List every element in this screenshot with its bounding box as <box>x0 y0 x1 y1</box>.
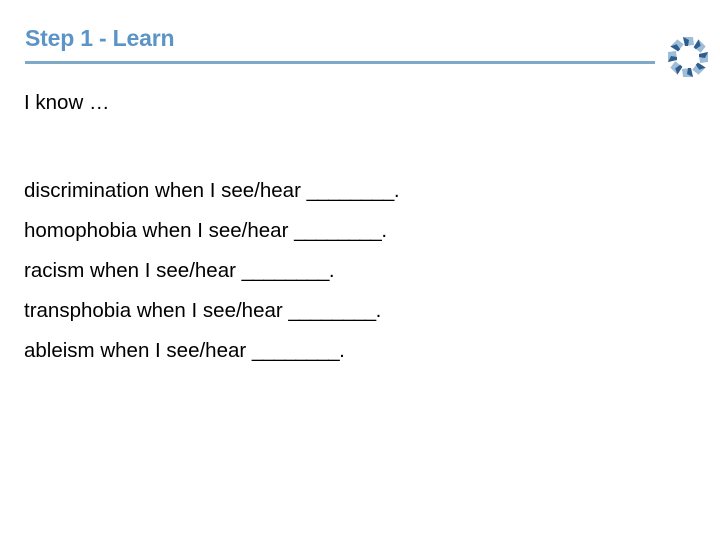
prompt-terminator: . <box>381 218 388 242</box>
list-item: homophobia when I see/hear ________. <box>24 211 696 251</box>
page-title: Step 1 - Learn <box>25 25 175 51</box>
prompt-text: transphobia when I see/hear <box>24 298 283 322</box>
prompt-terminator: . <box>393 178 400 202</box>
prompt-terminator: . <box>375 298 382 322</box>
blank-field: ________ <box>294 218 382 242</box>
prompt-text: racism when I see/hear <box>24 258 236 282</box>
list-item: discrimination when I see/hear ________. <box>24 171 696 211</box>
rosette-logo-icon <box>663 32 713 82</box>
prompt-text: discrimination when I see/hear <box>24 178 301 202</box>
title-divider <box>25 61 655 64</box>
blank-field: ________ <box>251 338 340 362</box>
list-item: racism when I see/hear ________. <box>24 251 696 291</box>
lead-text: I know … <box>24 91 110 114</box>
slide-canvas: Step 1 - Learn I know … discrimination w… <box>0 0 720 540</box>
blank-field: ________ <box>241 258 330 282</box>
prompt-terminator: . <box>328 258 335 282</box>
list-item: ableism when I see/hear ________. <box>24 331 696 371</box>
prompt-terminator: . <box>339 338 345 362</box>
blank-field: ________ <box>306 178 395 202</box>
list-item: transphobia when I see/hear ________. <box>24 291 696 331</box>
prompt-text: homophobia when I see/hear <box>24 218 289 242</box>
prompt-list: discrimination when I see/hear ________.… <box>24 171 696 371</box>
blank-field: ________ <box>288 298 376 322</box>
prompt-text: ableism when I see/hear <box>24 338 247 362</box>
slide-body: I know … discrimination when I see/hear … <box>24 91 696 371</box>
